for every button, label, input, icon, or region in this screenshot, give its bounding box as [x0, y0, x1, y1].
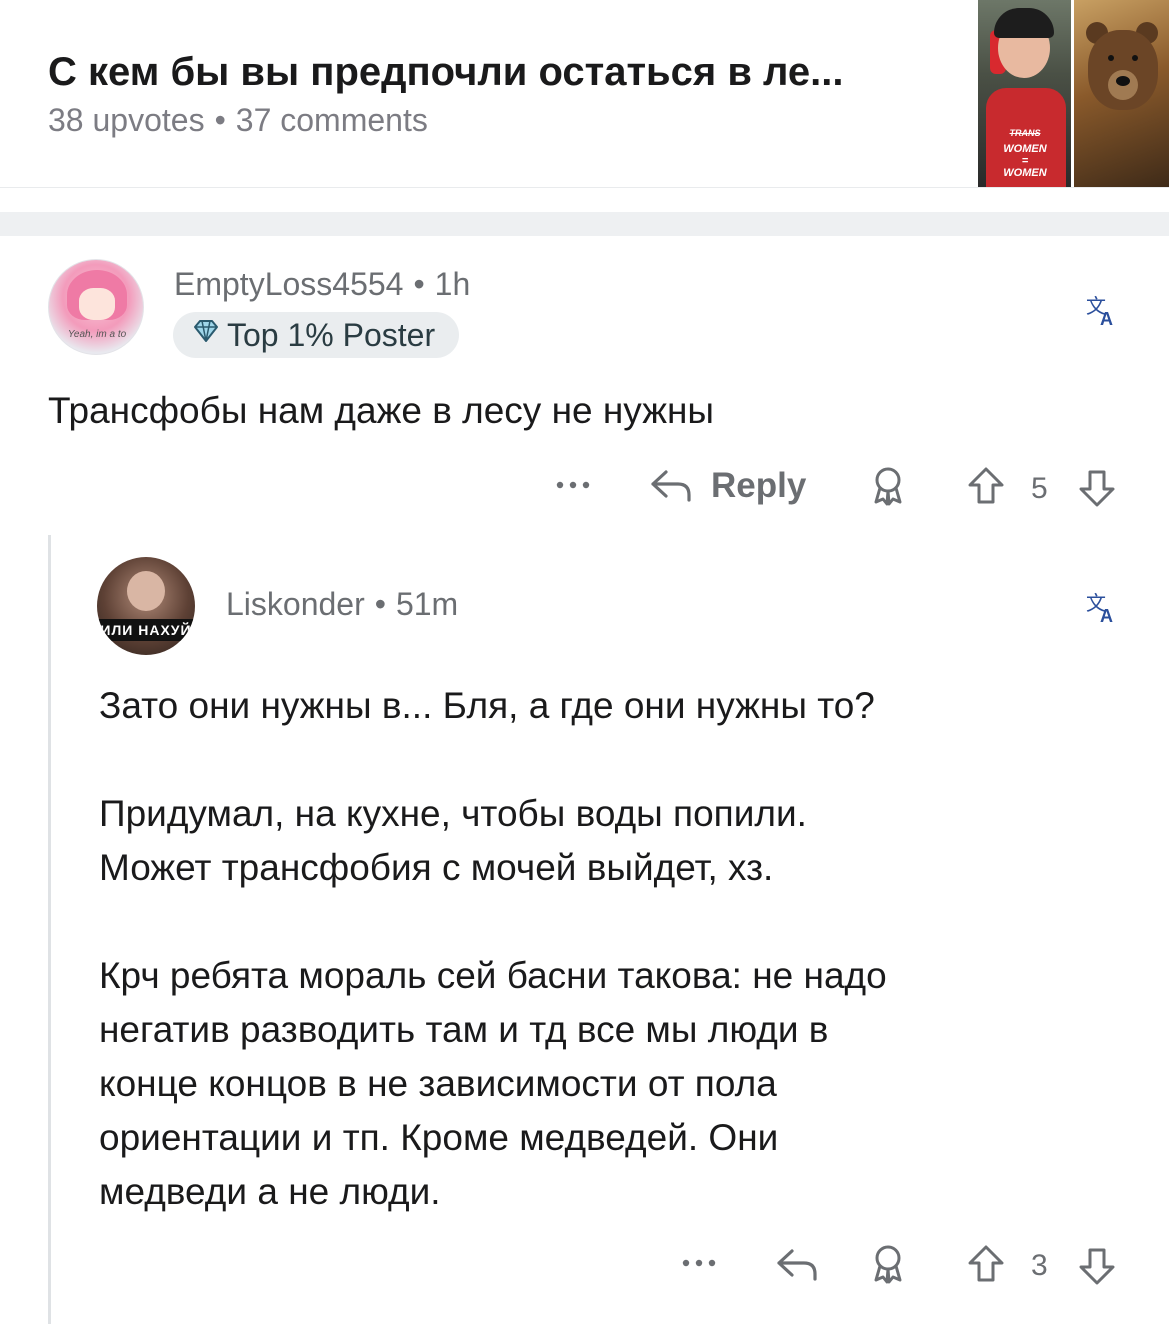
vote-score: 5 [1031, 472, 1048, 505]
meta-separator: • [413, 266, 425, 302]
username[interactable]: Liskonder [226, 586, 365, 622]
comment-line: Может трансфобия с мочей выйдет, хз. [99, 847, 774, 888]
post-title[interactable]: С кем бы вы предпочли остаться в ле... [48, 50, 844, 95]
thumbnail-person-image: TRANS WOMEN = WOMEN [978, 0, 1071, 187]
comment-line: Крч ребята мораль сей басни такова: не н… [99, 955, 887, 996]
comment-line: ориентации и тп. Кроме медведей. Они [99, 1117, 779, 1158]
downvote-icon[interactable] [1077, 467, 1117, 509]
username[interactable]: EmptyLoss4554 [174, 266, 403, 302]
comment-line: негатив разводить там и тд все мы люди в [99, 1009, 829, 1050]
diamond-icon [191, 312, 221, 358]
upvote-icon[interactable] [966, 465, 1006, 507]
svg-text:A: A [1100, 309, 1113, 329]
comment-paragraph: Зато они нужны в... Бля, а где они нужны… [99, 679, 887, 733]
comment-line: Трансфобы нам даже в лесу не нужны [48, 390, 714, 431]
comment-line: Придумал, на кухне, чтобы воды попили. [99, 793, 807, 834]
post-header[interactable]: С кем бы вы предпочли остаться в ле... 3… [0, 0, 1169, 188]
section-separator [0, 212, 1169, 236]
avatar-caption: ИЛИ НАХУЙ [97, 619, 195, 641]
vote-score: 3 [1031, 1249, 1048, 1282]
award-icon[interactable] [871, 1244, 905, 1286]
bear-eye [1132, 55, 1138, 61]
post-thumbnail[interactable]: TRANS WOMEN = WOMEN [978, 0, 1169, 187]
avatar[interactable]: Yeah, im a to [48, 259, 144, 355]
translate-icon[interactable]: 文 A [1084, 590, 1120, 626]
comment-line: Зато они нужны в... Бля, а где они нужны… [99, 685, 875, 726]
comment-line: конце концов в не зависимости от пола [99, 1063, 777, 1104]
timestamp: 1h [434, 266, 471, 302]
comment-paragraph: Придумал, на кухне, чтобы воды попили. М… [99, 787, 887, 895]
downvote-icon[interactable] [1077, 1245, 1117, 1287]
svg-text:A: A [1100, 606, 1113, 626]
thread-line[interactable] [48, 535, 51, 1324]
thumbnail-bear-image [1074, 0, 1169, 187]
avatar-face [79, 288, 115, 320]
meta-separator: • [374, 586, 386, 622]
comment-paragraph: Крч ребята мораль сей басни такова: не н… [99, 949, 887, 1219]
reply-icon[interactable] [648, 464, 694, 506]
reply-icon[interactable] [774, 1243, 820, 1285]
award-icon[interactable] [871, 466, 905, 508]
avatar-caption: Yeah, im a to [67, 329, 127, 340]
comment-count: 37 comments [235, 102, 428, 138]
translate-icon[interactable]: 文 A [1084, 293, 1120, 329]
flair-label: Top 1% Poster [227, 317, 436, 353]
post-meta: 38 upvotes • 37 comments [48, 102, 428, 139]
meta-separator: • [214, 102, 226, 138]
comment-author-line: Liskonder • 51m [226, 586, 458, 623]
person-hat [994, 8, 1054, 38]
bear-nose [1116, 76, 1130, 86]
reply-button[interactable]: Reply [711, 466, 806, 506]
avatar-head [127, 571, 165, 611]
more-icon[interactable] [680, 1248, 720, 1278]
timestamp: 51m [395, 586, 459, 622]
comment-author-line: EmptyLoss4554 • 1h [174, 266, 470, 303]
comment-line: медведи а не люди. [99, 1171, 441, 1212]
upvote-count: 38 upvotes [48, 102, 205, 138]
comment-body: Зато они нужны в... Бля, а где они нужны… [99, 679, 887, 1219]
comment-body: Трансфобы нам даже в лесу не нужны [48, 384, 714, 438]
upvote-icon[interactable] [966, 1243, 1006, 1285]
avatar[interactable]: ИЛИ НАХУЙ [97, 557, 195, 655]
more-icon[interactable] [554, 470, 594, 500]
bear-eye [1108, 55, 1114, 61]
shirt-text: TRANS WOMEN = WOMEN [1003, 128, 1047, 179]
user-flair: Top 1% Poster [173, 312, 460, 358]
